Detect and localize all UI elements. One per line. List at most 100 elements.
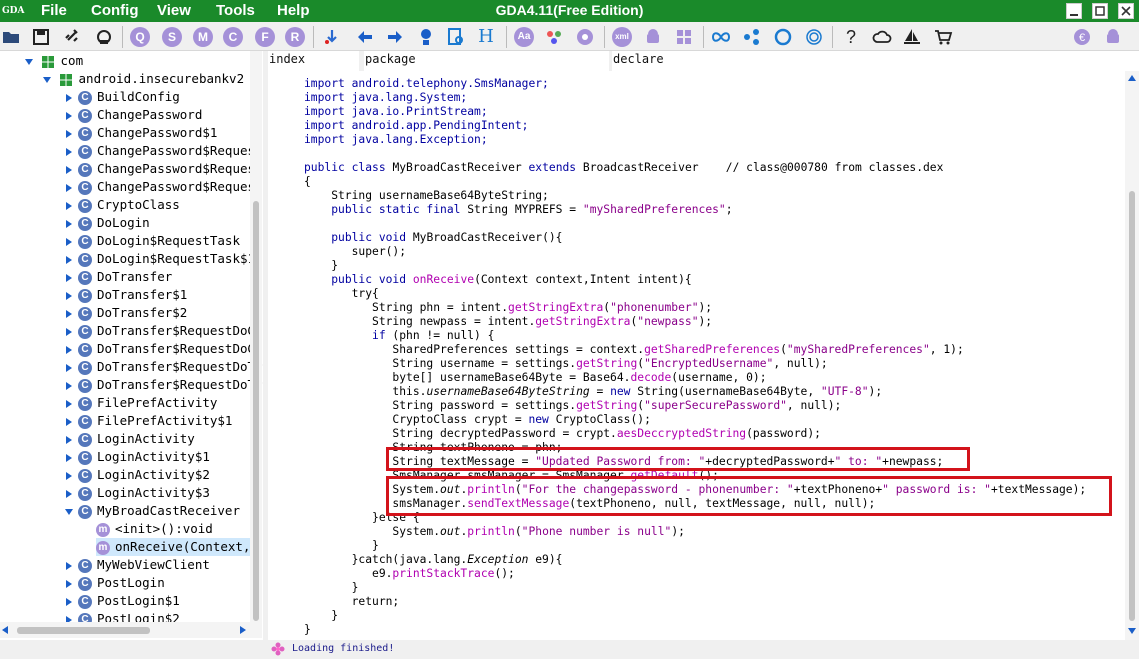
tree-class-item[interactable]: C DoTransfer$RequestDoGe xyxy=(64,340,263,358)
tree-class-item[interactable]: C LoginActivity xyxy=(64,430,195,448)
expand-right-icon[interactable] xyxy=(64,399,74,409)
search-field-icon[interactable]: F xyxy=(255,27,275,47)
forward-arrow-icon[interactable] xyxy=(385,27,405,47)
expand-right-icon[interactable] xyxy=(64,291,74,301)
expand-right-icon[interactable] xyxy=(64,111,74,121)
android-icon[interactable] xyxy=(643,27,663,47)
code-text[interactable]: import android.telephony.SmsManager; imp… xyxy=(304,77,1086,637)
expand-right-icon[interactable] xyxy=(64,417,74,427)
expand-right-icon[interactable] xyxy=(64,273,74,283)
tree-class-item[interactable]: C DoTransfer$RequestDoGe xyxy=(64,322,263,340)
tree-class-item[interactable]: C DoLogin$RequestTask$1 xyxy=(64,250,255,268)
tree-class-item[interactable]: C DoTransfer$1 xyxy=(64,286,187,304)
graph-nodes-icon[interactable] xyxy=(742,27,762,47)
expand-right-icon[interactable] xyxy=(64,201,74,211)
expand-right-icon[interactable] xyxy=(64,183,74,193)
expand-right-icon[interactable] xyxy=(64,255,74,265)
tree-class-item[interactable]: C LoginActivity$1 xyxy=(64,448,210,466)
scroll-right-icon[interactable] xyxy=(240,626,248,634)
tree-class-item[interactable]: C MyBroadCastReceiver xyxy=(64,502,240,520)
expand-right-icon[interactable] xyxy=(64,327,74,337)
settings-gear-icon[interactable] xyxy=(575,27,595,47)
expand-right-icon[interactable] xyxy=(64,381,74,391)
expand-right-icon[interactable] xyxy=(64,219,74,229)
expand-down-icon[interactable] xyxy=(42,75,52,85)
tree-class-item[interactable]: C DoTransfer$2 xyxy=(64,304,187,322)
tree-class-item[interactable]: C DoLogin$RequestTask xyxy=(64,232,240,250)
font-size-icon[interactable]: Aa xyxy=(514,27,534,47)
tab-index[interactable]: index xyxy=(268,51,359,71)
search-resource-icon[interactable]: R xyxy=(285,27,305,47)
scroll-down-icon[interactable] xyxy=(1128,627,1136,635)
minimize-button[interactable] xyxy=(1066,3,1082,19)
expand-right-icon[interactable] xyxy=(64,129,74,139)
class-tree-panel[interactable]: com android.insecurebankv2 C BuildConfig C… xyxy=(0,51,263,640)
target-icon[interactable] xyxy=(773,27,793,47)
menu-file[interactable]: File xyxy=(41,0,67,22)
tree-class-item[interactable]: C ChangePassword xyxy=(64,106,202,124)
expand-right-icon[interactable] xyxy=(64,435,74,445)
xml-icon[interactable]: xml xyxy=(612,27,632,47)
expand-right-icon[interactable] xyxy=(64,453,74,463)
tree-class-item[interactable]: C CryptoClass xyxy=(64,196,180,214)
tab-package[interactable]: package xyxy=(364,51,609,71)
tree-class-item[interactable]: C ChangePassword$Reques xyxy=(64,160,255,178)
scroll-left-icon[interactable] xyxy=(2,626,10,634)
tree-class-item[interactable]: C MyWebViewClient xyxy=(64,556,210,574)
help-question-icon[interactable]: ? xyxy=(841,27,861,47)
tree-class-item[interactable]: C DoLogin xyxy=(64,214,150,232)
expand-down-icon[interactable] xyxy=(64,507,74,517)
menu-config[interactable]: Config xyxy=(91,0,138,22)
expand-down-icon[interactable] xyxy=(24,57,34,67)
maximize-button[interactable] xyxy=(1092,3,1108,19)
expand-right-icon[interactable] xyxy=(64,147,74,157)
expand-right-icon[interactable] xyxy=(64,597,74,607)
tree-class-item[interactable]: C PostLogin xyxy=(64,574,165,592)
expand-right-icon[interactable] xyxy=(64,579,74,589)
expand-right-icon[interactable] xyxy=(64,165,74,175)
hex-icon[interactable]: H xyxy=(476,27,496,47)
tree-class-item[interactable]: C DoTransfer$RequestDoTr xyxy=(64,358,263,376)
search-query-icon[interactable]: Q xyxy=(130,27,150,47)
android-robot-icon[interactable] xyxy=(1103,27,1123,47)
tree-class-item[interactable]: C ChangePassword$1 xyxy=(64,124,217,142)
open-folder-icon[interactable] xyxy=(1,27,21,47)
scroll-up-icon[interactable] xyxy=(1128,75,1136,83)
back-arrow-icon[interactable] xyxy=(355,27,375,47)
expand-right-icon[interactable] xyxy=(64,345,74,355)
tree-vertical-scrollbar[interactable] xyxy=(250,51,262,622)
tree-class-item[interactable]: C BuildConfig xyxy=(64,88,180,106)
tree-class-item[interactable]: C DoTransfer xyxy=(64,268,172,286)
tree-class-item[interactable]: C FilePrefActivity xyxy=(64,394,217,412)
tree-horizontal-scrollbar[interactable] xyxy=(0,622,262,638)
tree-class-item[interactable]: C ChangePassword$Request xyxy=(64,142,263,160)
editor-vertical-scrollbar[interactable] xyxy=(1125,71,1139,640)
info-icon[interactable] xyxy=(416,27,436,47)
infinity-icon[interactable] xyxy=(711,27,731,47)
tree-node-com[interactable]: com xyxy=(24,52,83,70)
tree-node-package[interactable]: android.insecurebankv2 xyxy=(42,70,244,88)
cloud-icon[interactable] xyxy=(872,27,892,47)
expand-right-icon[interactable] xyxy=(64,363,74,373)
expand-right-icon[interactable] xyxy=(64,561,74,571)
document-search-icon[interactable] xyxy=(446,27,466,47)
save-icon[interactable] xyxy=(31,27,51,47)
tree-class-item[interactable]: C PostLogin$1 xyxy=(64,592,180,610)
tree-class-item[interactable]: C DoTransfer$RequestDoTr xyxy=(64,376,263,394)
link-icon[interactable] xyxy=(63,27,83,47)
expand-right-icon[interactable] xyxy=(64,471,74,481)
search-class-icon[interactable]: C xyxy=(223,27,243,47)
tree-method-item[interactable]: m <init>():void xyxy=(96,520,213,538)
windows-icon[interactable] xyxy=(674,27,694,47)
menu-view[interactable]: View xyxy=(157,0,191,22)
tree-class-item[interactable]: C ChangePassword$Request xyxy=(64,178,263,196)
expand-right-icon[interactable] xyxy=(64,309,74,319)
close-button[interactable] xyxy=(1118,3,1134,19)
code-editor[interactable]: import android.telephony.SmsManager; imp… xyxy=(268,71,1139,640)
fingerprint-icon[interactable] xyxy=(804,27,824,47)
menu-tools[interactable]: Tools xyxy=(216,0,255,22)
euro-icon[interactable]: € xyxy=(1072,27,1092,47)
menu-help[interactable]: Help xyxy=(277,0,310,22)
expand-right-icon[interactable] xyxy=(64,489,74,499)
search-method-icon[interactable]: M xyxy=(193,27,213,47)
